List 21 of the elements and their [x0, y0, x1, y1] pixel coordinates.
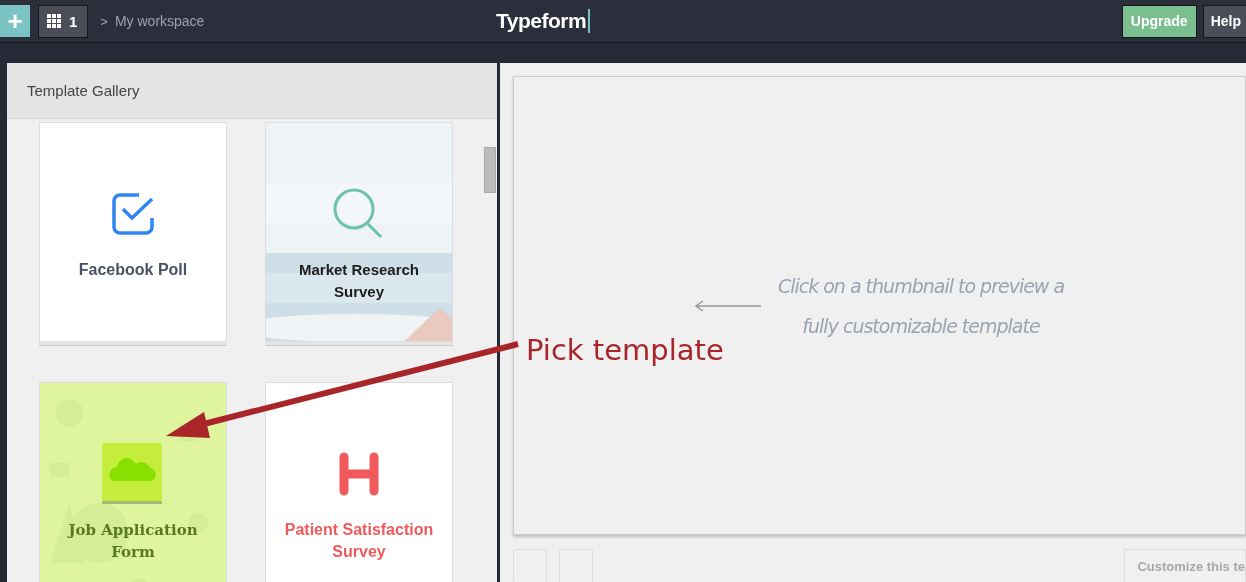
template-card[interactable]: Patient Satisfaction Survey [265, 382, 453, 582]
help-button[interactable]: Help [1202, 4, 1246, 38]
template-title: Facebook Poll [77, 260, 189, 280]
search-icon [333, 188, 385, 240]
breadcrumb-separator: > [100, 13, 108, 29]
cloud-icon [102, 443, 164, 505]
scrollbar-thumb[interactable] [484, 147, 496, 193]
checkbox-icon [111, 192, 155, 236]
template-title: Job Application Form [66, 520, 199, 563]
hospital-icon [337, 452, 381, 496]
template-title: Patient Satisfaction Survey [283, 520, 435, 562]
template-title: Market Research Survey [297, 260, 421, 302]
arrow-left-icon [694, 299, 762, 312]
template-card[interactable]: Job Application Form [39, 382, 227, 582]
grid-icon [47, 14, 61, 28]
breadcrumb-link[interactable]: My workspace [114, 13, 205, 29]
logo: Typeform [496, 9, 591, 33]
apps-button[interactable]: 1 [38, 4, 89, 38]
preview-hint: Click on a thumbnail to preview a fully customizable template [776, 273, 1066, 339]
gallery-title: Template Gallery [27, 82, 140, 99]
annotation-text: Pick template [526, 333, 724, 367]
